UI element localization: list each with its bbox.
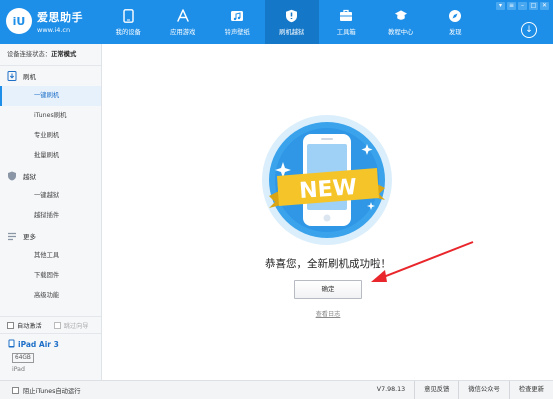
sidebar-item-itunes-flash[interactable]: iTunes刷机 [0,106,101,126]
music-wallpaper-icon [230,9,244,23]
app-url: www.i4.cn [37,25,71,34]
red-arrow-annotation [371,241,474,282]
auto-activate-label: 自动激活 [17,322,42,330]
nav-ringtones-wallpapers[interactable]: 铃声壁纸 [210,0,265,44]
sidebar-item-one-click-jailbreak[interactable]: 一键越狱 [0,186,101,206]
new-phone-illustration: NEW [262,115,392,245]
block-itunes-checkbox[interactable] [12,387,19,394]
compass-icon [448,9,462,23]
main-content: NEW 恭喜您，全新刷机成功啦！ 确定 查看日志 [103,44,553,380]
device-card[interactable]: iPad Air 3 64GB iPad [0,333,101,373]
skip-guide-label: 跳过向导 [63,322,89,330]
app-name: 爱思助手 [37,10,83,24]
sidebar-item-one-click-flash[interactable]: 一键刷机 [0,86,101,106]
sidebar-item-advanced[interactable]: 高级功能 [0,286,101,306]
close-icon[interactable]: ✕ [540,2,549,10]
device-capacity: 64GB [12,353,34,363]
nav-my-device[interactable]: 我的设备 [101,0,156,44]
nav-tutorials[interactable]: 教程中心 [374,0,429,44]
sidebar-item-other-tools[interactable]: 其他工具 [0,246,101,266]
nav-toolbox[interactable]: 工具箱 [319,0,374,44]
flash-icon [7,71,17,81]
sidebar-item-jailbreak-plugins[interactable]: 越狱插件 [0,206,101,226]
sidebar-item-pro-flash[interactable]: 专业刷机 [0,126,101,146]
sidebar-bottom: 自动激活 跳过向导 iPad Air 3 64GB iPad [0,316,101,380]
block-itunes-label: 阻止iTunes自动运行 [23,388,81,395]
main-nav: 我的设备 应用游戏 铃声壁纸 刷机越狱 工具箱 教程中心 发现 [101,0,483,44]
shield-icon [285,9,299,23]
wechat-link[interactable]: 微信公众号 [458,381,508,399]
check-update-button[interactable]: 检查更新 [508,381,553,399]
sidebar: 设备连接状态：正常模式 刷机 一键刷机 iTunes刷机 专业刷机 批量刷机 越… [0,44,102,380]
app-store-icon [176,8,190,23]
nav-discover[interactable]: 发现 [428,0,483,44]
app-logo: iU 爱思助手 www.i4.cn [6,8,83,34]
sidebar-item-download-firmware[interactable]: 下载固件 [0,266,101,286]
minimize-icon[interactable]: – [518,2,527,10]
phone-icon [121,8,135,23]
menu-icon[interactable]: ≡ [507,2,516,10]
feedback-link[interactable]: 意见反馈 [414,381,458,399]
auto-activate-checkbox[interactable] [7,321,14,329]
status-bar: 阻止iTunes自动运行 V7.98.13 意见反馈 微信公众号 检查更新 [0,380,553,399]
jailbreak-icon [7,171,17,181]
success-message: 恭喜您，全新刷机成功啦！ [265,258,391,270]
confirm-button[interactable]: 确定 [294,280,362,299]
activation-options: 自动激活 跳过向导 [0,317,101,333]
graduation-cap-icon [394,9,408,23]
maximize-icon[interactable]: □ [529,2,538,10]
download-icon[interactable]: ↓ [521,22,537,38]
toolbox-icon [339,9,353,23]
nav-flash-jailbreak[interactable]: 刷机越狱 [264,0,319,44]
device-name: iPad Air 3 [18,340,59,349]
dropdown-icon[interactable]: ▾ [496,2,505,10]
version-label: V7.98.13 [376,386,406,393]
window-controls: ▾ ≡ – □ ✕ [496,2,549,10]
top-bar: iU 爱思助手 www.i4.cn 我的设备 应用游戏 铃声壁纸 刷机越狱 工具… [0,0,553,44]
sidebar-item-batch-flash[interactable]: 批量刷机 [0,146,101,166]
connection-mode: 正常模式 [51,51,77,58]
new-badge-text: NEW [298,175,357,204]
logo-mark: iU [6,8,32,34]
sidebar-section-jailbreak[interactable]: 越狱 [0,166,101,186]
view-log-link[interactable]: 查看日志 [103,309,553,318]
device-type: iPad [12,366,25,373]
sidebar-section-more[interactable]: 更多 [0,226,101,246]
nav-apps-games[interactable]: 应用游戏 [156,0,211,44]
tablet-icon [8,339,15,350]
menu-lines-icon [7,231,17,241]
skip-guide-checkbox[interactable] [53,321,61,329]
device-connection-status: 设备连接状态：正常模式 [0,44,101,66]
sidebar-section-flash[interactable]: 刷机 [0,66,101,86]
